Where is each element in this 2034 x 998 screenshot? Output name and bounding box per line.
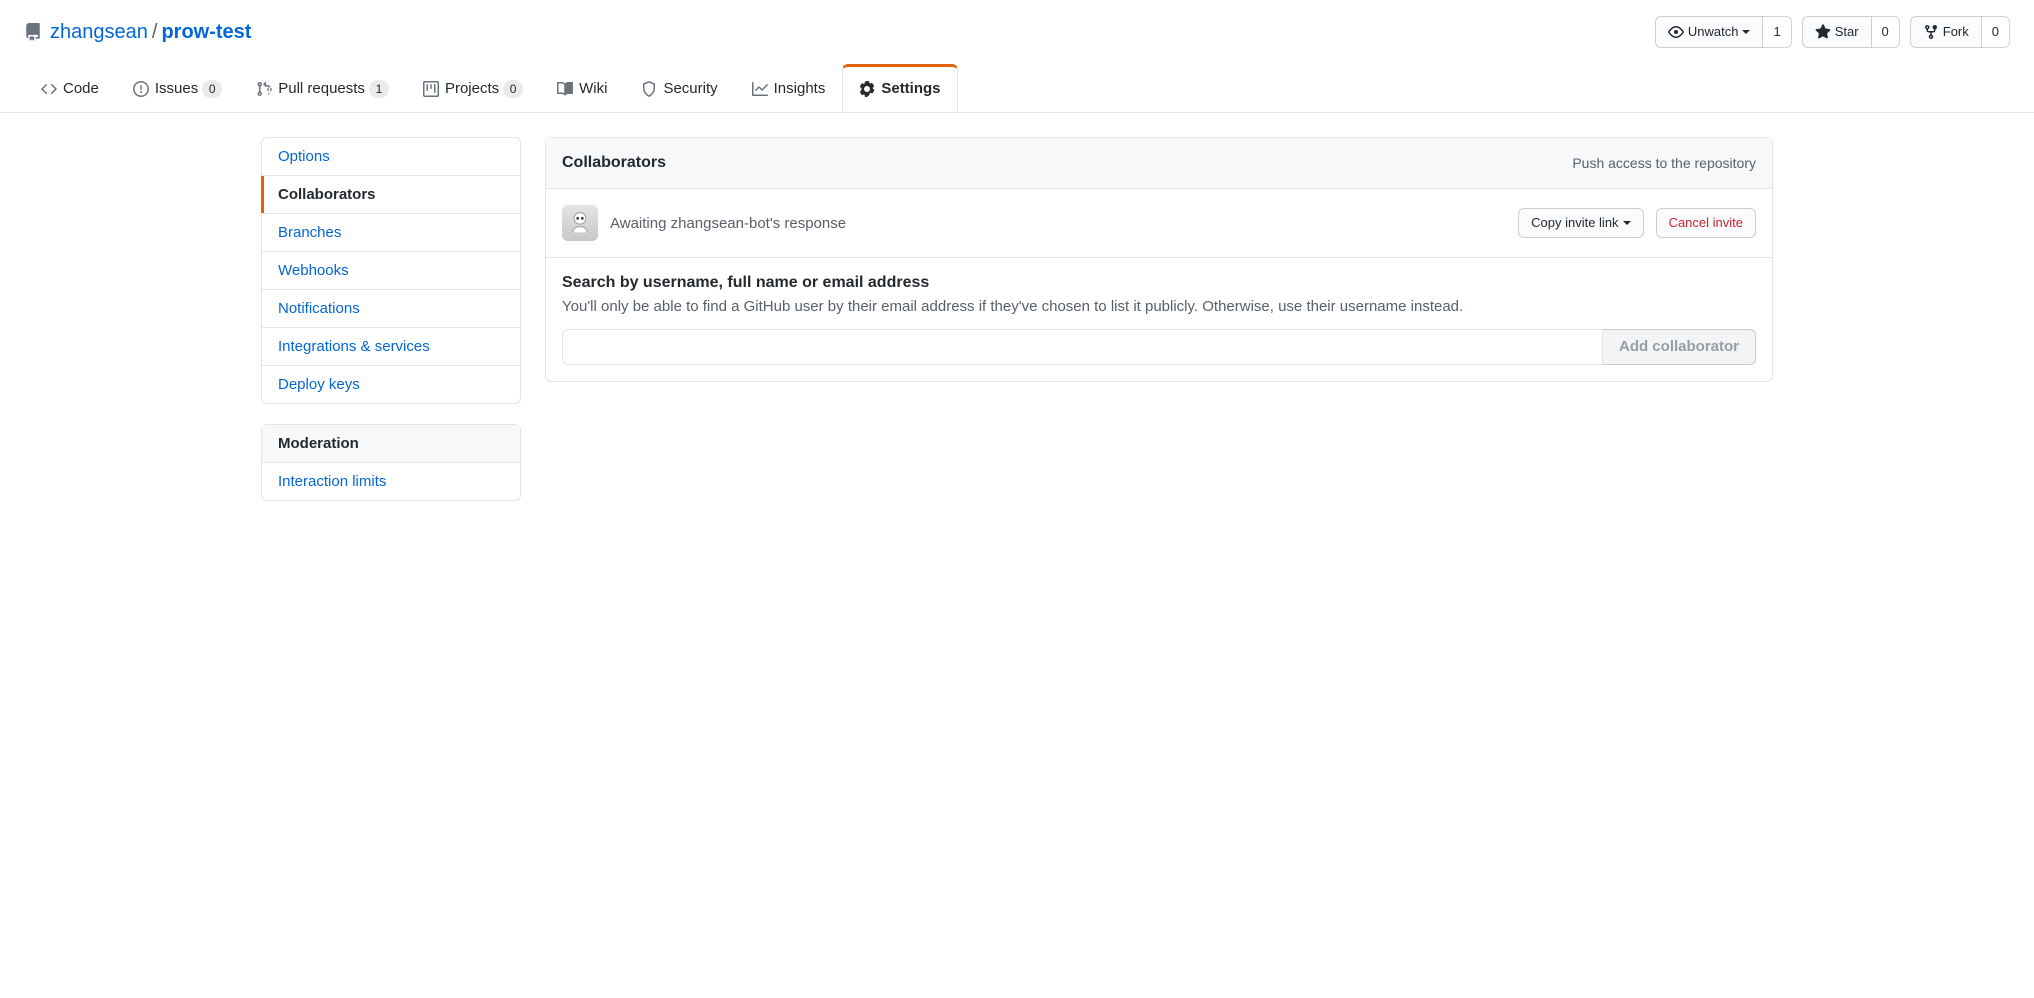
repo-header-container: zhangsean / prow-test Unwatch 1 Star 0 [0,0,2034,64]
pull-request-icon [256,81,272,97]
fork-icon [1923,24,1939,40]
tab-security-label: Security [663,79,717,99]
sidebar-item-collaborators[interactable]: Collaborators [262,176,520,214]
tab-issues-label: Issues [155,79,198,99]
search-input-group: Add collaborator [562,329,1756,365]
repo-icon [24,23,42,41]
forks-count[interactable]: 0 [1982,16,2010,48]
moderation-menu: Moderation Interaction limits [261,424,521,501]
tab-settings-label: Settings [881,79,940,99]
content-area: Collaborators Push access to the reposit… [545,137,1773,521]
panel-subtitle: Push access to the repository [1572,155,1756,171]
tab-projects-label: Projects [445,79,499,99]
fork-group: Fork 0 [1910,16,2010,48]
star-icon [1815,24,1831,40]
sidebar-item-options[interactable]: Options [262,138,520,176]
tab-insights-label: Insights [774,79,826,99]
sidebar-item-interaction-limits[interactable]: Interaction limits [262,463,520,500]
sidebar-item-integrations[interactable]: Integrations & services [262,328,520,366]
search-help-text: You'll only be able to find a GitHub use… [562,298,1756,315]
tab-wiki[interactable]: Wiki [540,64,624,112]
tab-pulls-label: Pull requests [278,79,365,99]
tab-projects[interactable]: Projects 0 [406,64,540,112]
eye-icon [1668,24,1684,40]
search-heading: Search by username, full name or email a… [562,274,1756,292]
sidebar-item-webhooks[interactable]: Webhooks [262,252,520,290]
avatar [562,205,598,241]
watch-group: Unwatch 1 [1655,16,1792,48]
stars-count[interactable]: 0 [1872,16,1900,48]
copy-invite-label: Copy invite link [1531,213,1618,233]
projects-count-badge: 0 [503,80,523,98]
watchers-count[interactable]: 1 [1763,16,1791,48]
fork-button[interactable]: Fork [1910,16,1982,48]
repo-actions: Unwatch 1 Star 0 Fork 0 [1655,16,2010,48]
repo-header: zhangsean / prow-test Unwatch 1 Star 0 [24,16,2010,64]
project-icon [423,81,439,97]
unwatch-label: Unwatch [1688,22,1739,42]
tab-security[interactable]: Security [624,64,734,112]
settings-menu: Options Collaborators Branches Webhooks … [261,137,521,404]
caret-down-icon [1742,30,1750,38]
panel-title: Collaborators [562,154,666,172]
repo-tabs: Code Issues 0 Pull requests 1 Projects 0… [0,64,2034,113]
main-layout: Options Collaborators Branches Webhooks … [237,113,1797,545]
star-button[interactable]: Star [1802,16,1872,48]
gear-icon [859,81,875,97]
sidebar-item-branches[interactable]: Branches [262,214,520,252]
collaborator-search-input[interactable] [562,329,1603,365]
repo-title: zhangsean / prow-test [24,21,251,44]
book-icon [557,81,573,97]
repo-owner-link[interactable]: zhangsean [50,21,148,44]
sidebar-item-notifications[interactable]: Notifications [262,290,520,328]
pending-invite-row: Awaiting zhangsean-bot's response Copy i… [546,189,1772,258]
star-label: Star [1835,22,1859,42]
add-collaborator-form: Search by username, full name or email a… [546,258,1772,381]
moderation-heading: Moderation [262,425,520,463]
tab-issues[interactable]: Issues 0 [116,64,239,112]
caret-down-icon [1623,221,1631,229]
path-separator: / [152,21,158,44]
copy-invite-link-button[interactable]: Copy invite link [1518,208,1643,238]
star-group: Star 0 [1802,16,1900,48]
repo-name-link[interactable]: prow-test [161,21,251,44]
pulls-count-badge: 1 [369,80,389,98]
tab-insights[interactable]: Insights [735,64,843,112]
issues-count-badge: 0 [202,80,222,98]
settings-sidebar: Options Collaborators Branches Webhooks … [261,137,521,521]
add-collaborator-button[interactable]: Add collaborator [1603,329,1756,365]
cancel-invite-button[interactable]: Cancel invite [1656,208,1756,238]
tab-wiki-label: Wiki [579,79,607,99]
tab-pull-requests[interactable]: Pull requests 1 [239,64,406,112]
code-icon [41,81,57,97]
collaborators-panel: Collaborators Push access to the reposit… [545,137,1773,382]
fork-label: Fork [1943,22,1969,42]
tab-code[interactable]: Code [24,64,116,112]
issue-icon [133,81,149,97]
invite-status-text: Awaiting zhangsean-bot's response [610,215,1506,232]
shield-icon [641,81,657,97]
unwatch-button[interactable]: Unwatch [1655,16,1764,48]
graph-icon [752,81,768,97]
sidebar-item-deploy-keys[interactable]: Deploy keys [262,366,520,403]
tab-code-label: Code [63,79,99,99]
panel-header: Collaborators Push access to the reposit… [546,138,1772,189]
tab-settings[interactable]: Settings [842,64,957,112]
